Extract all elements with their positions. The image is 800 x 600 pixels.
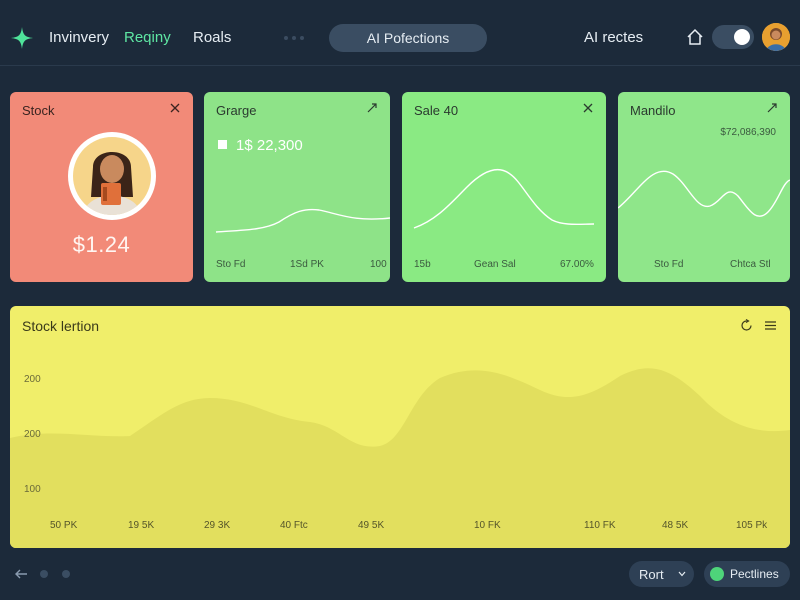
sale-foot-left: 15b xyxy=(414,259,431,270)
stock-panel: Stock lertion 200 200 100 50 PK 19 5K 29… xyxy=(10,306,790,548)
mandio-card: Mandilo $72,086,390 Sto Fd Chtca Stl xyxy=(618,92,790,282)
sale-sparkline xyxy=(413,169,595,229)
garage-card-title: Grarge xyxy=(216,103,257,118)
theme-toggle[interactable] xyxy=(712,25,754,49)
sale-card: Sale 40 15b Gean Sal 67.00% xyxy=(402,92,606,282)
y-tick-label: 100 xyxy=(24,484,41,495)
nav-item-reqiny[interactable]: Reqiny xyxy=(124,29,171,46)
x-tick-label: 50 PK xyxy=(50,520,78,531)
sale-card-title: Sale 40 xyxy=(414,103,459,118)
mandio-sparkline xyxy=(618,170,790,217)
close-icon[interactable] xyxy=(169,102,181,114)
stock-card: Stock $1.24 xyxy=(10,92,193,282)
sort-button-label: Rort xyxy=(639,566,664,582)
stock-card-title: Stock xyxy=(22,103,55,118)
garage-foot-left: Sto Fd xyxy=(216,259,246,270)
sale-foot-right: 67.00% xyxy=(560,259,594,270)
pipelines-button[interactable]: Pectlines xyxy=(704,561,790,587)
back-arrow-icon[interactable] xyxy=(14,567,28,581)
nav-item-inventory[interactable]: Invinvery xyxy=(49,29,109,46)
x-tick-label: 48 5K xyxy=(662,520,689,531)
toggle-knob xyxy=(734,29,750,45)
user-avatar[interactable] xyxy=(762,23,790,51)
garage-sparkline xyxy=(215,208,390,233)
ai-projections-button[interactable]: AI Pofections xyxy=(329,24,487,52)
x-tick-label: 40 Ftc xyxy=(280,520,308,531)
garage-card: Grarge 1$ 22,300 Sto Fd 1Sd PK 100 xyxy=(204,92,390,282)
garage-foot-mid: 1Sd PK xyxy=(290,259,324,270)
top-bar: Invinvery Reqiny Roals AI Pofections AI … xyxy=(0,0,800,66)
mandio-foot-left: Sto Fd xyxy=(654,259,684,270)
garage-marker xyxy=(218,140,227,149)
stock-price: $1.24 xyxy=(72,232,131,257)
page-dot[interactable] xyxy=(62,570,70,578)
y-tick-label: 200 xyxy=(24,374,41,385)
more-dots-icon[interactable] xyxy=(284,36,304,40)
expand-icon[interactable] xyxy=(366,102,378,114)
x-tick-label: 105 Pk xyxy=(736,520,768,531)
page-dot[interactable] xyxy=(40,570,48,578)
expand-icon[interactable] xyxy=(766,102,778,114)
mandio-value: $72,086,390 xyxy=(720,127,776,138)
garage-foot-right: 100 xyxy=(370,259,387,270)
sort-button[interactable]: Rort xyxy=(629,561,694,587)
x-tick-label: 29 3K xyxy=(204,520,231,531)
sparkle-logo-icon[interactable] xyxy=(10,26,34,50)
chevron-down-icon xyxy=(678,571,686,577)
mandio-foot-right: Chtca Stl xyxy=(730,259,771,270)
portrait-image xyxy=(73,137,151,215)
panel-area-chart xyxy=(10,368,790,548)
x-tick-label: 49 5K xyxy=(358,520,385,531)
x-tick-label: 19 5K xyxy=(128,520,155,531)
status-dot-icon xyxy=(710,567,724,581)
close-icon[interactable] xyxy=(582,102,594,114)
sale-foot-mid: Gean Sal xyxy=(474,259,516,270)
x-tick-label: 110 FK xyxy=(584,520,616,531)
y-tick-label: 200 xyxy=(24,429,41,440)
stock-portrait xyxy=(68,132,156,220)
ai-rectes-label[interactable]: AI rectes xyxy=(584,29,643,46)
avatar-image xyxy=(762,23,790,51)
x-tick-label: 10 FK xyxy=(474,520,501,531)
garage-value: 1$ 22,300 xyxy=(236,137,303,154)
home-icon[interactable] xyxy=(686,28,704,46)
pipelines-button-label: Pectlines xyxy=(730,567,779,581)
nav-item-roals[interactable]: Roals xyxy=(193,29,231,46)
mandio-card-title: Mandilo xyxy=(630,103,676,118)
